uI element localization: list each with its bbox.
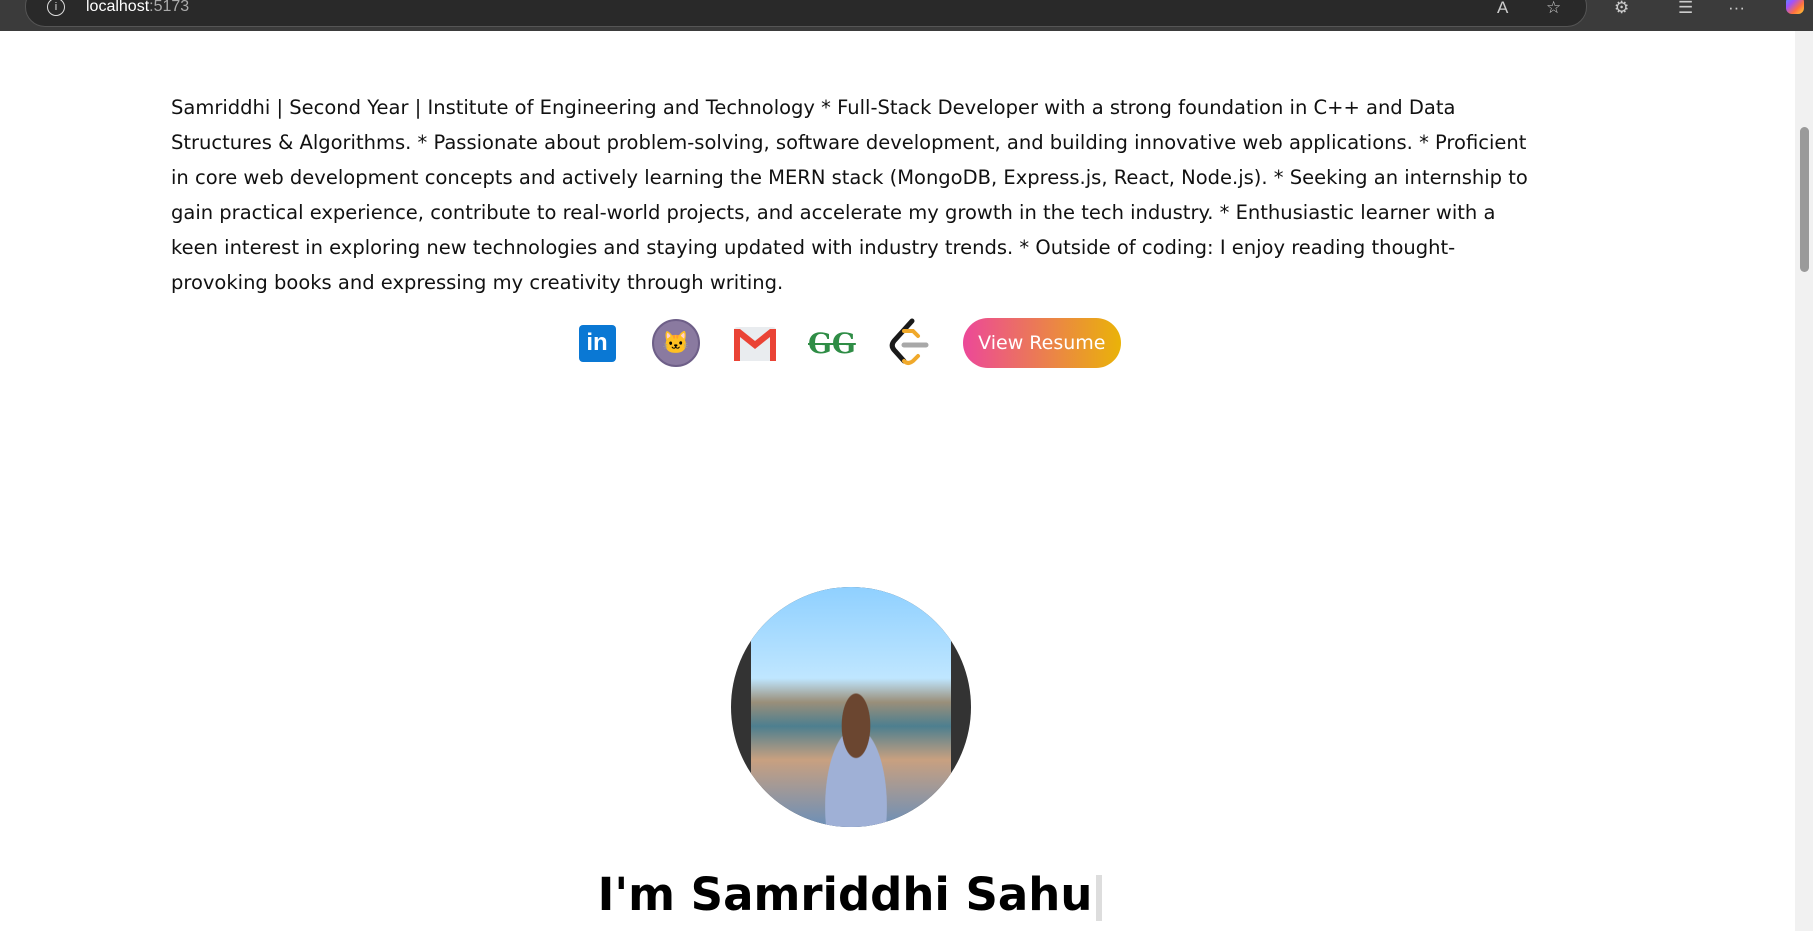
url-port: :5173 (149, 0, 190, 15)
url-text[interactable]: localhost:5173 (86, 0, 189, 16)
gmail-icon (734, 327, 776, 361)
geeksforgeeks-icon: GG (808, 326, 856, 360)
scrollbar-thumb[interactable] (1800, 127, 1809, 272)
address-bar[interactable] (25, 0, 1587, 27)
leetcode-icon (889, 318, 929, 365)
geeksforgeeks-link[interactable]: GG (808, 327, 856, 360)
extensions-icon[interactable]: ⚙ (1614, 0, 1629, 18)
favorite-star-icon[interactable]: ☆ (1546, 0, 1561, 18)
linkedin-link[interactable]: in (578, 324, 616, 362)
browser-toolbar: i localhost:5173 A ☆ ⚙ ☰ ··· (0, 0, 1813, 31)
linkedin-icon: in (578, 324, 616, 362)
github-icon: 🐱 (652, 319, 700, 367)
bio-text: Samriddhi | Second Year | Institute of E… (171, 95, 1528, 294)
profile-image (751, 587, 951, 827)
social-links: in 🐱 GG View Resume (578, 318, 1121, 368)
hero-heading: I'm Samriddhi Sahu (0, 868, 1700, 921)
leetcode-link[interactable] (886, 318, 930, 368)
more-menu-icon[interactable]: ··· (1728, 0, 1745, 18)
view-resume-button[interactable]: View Resume (962, 318, 1121, 368)
scrollbar[interactable] (1795, 31, 1813, 931)
typing-cursor (1096, 875, 1103, 921)
read-aloud-icon[interactable]: A (1497, 0, 1508, 18)
github-link[interactable]: 🐱 (652, 319, 700, 367)
favorites-icon[interactable]: ☰ (1678, 0, 1693, 18)
url-host: localhost (86, 0, 150, 15)
copilot-icon[interactable] (1786, 0, 1804, 14)
profile-photo (731, 587, 971, 827)
gmail-link[interactable] (732, 323, 778, 363)
hero-heading-text: I'm Samriddhi Sahu (597, 868, 1093, 921)
